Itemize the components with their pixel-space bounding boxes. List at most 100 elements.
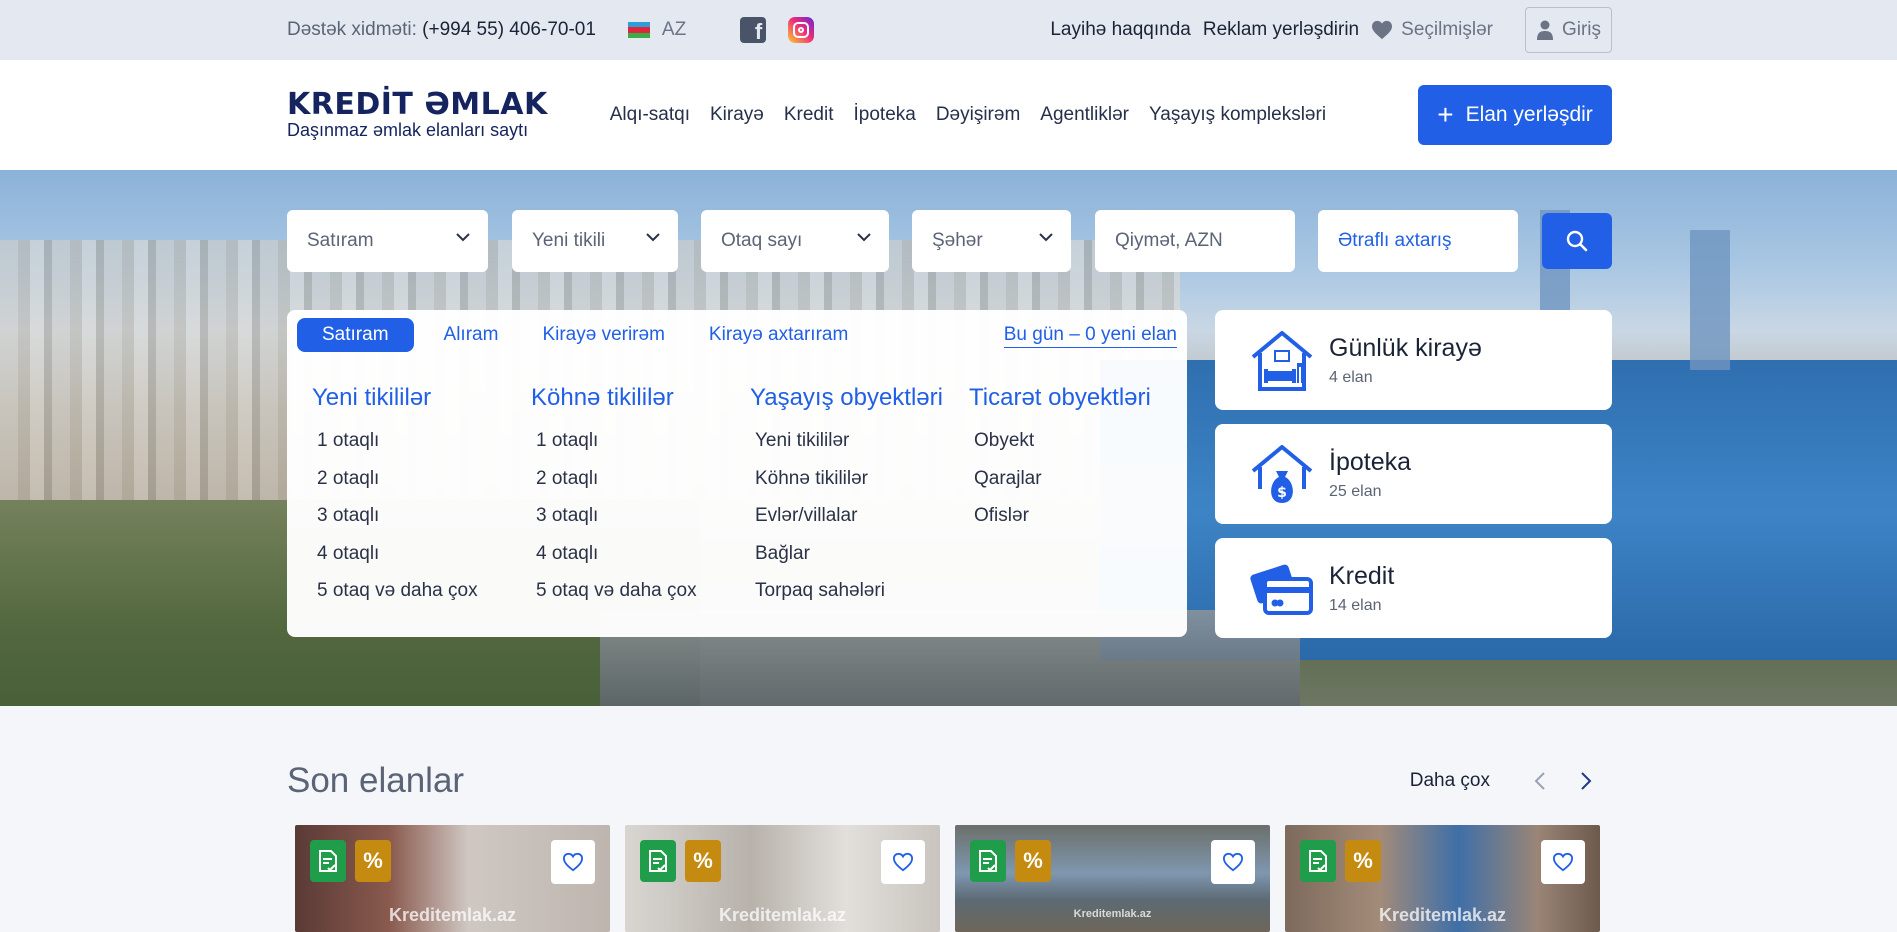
category-title[interactable]: Yeni tikililər — [312, 384, 478, 412]
favorites-link[interactable]: Seçilmişlər — [1371, 19, 1493, 41]
instagram-icon[interactable] — [788, 17, 815, 43]
top-bar: Dəstək xidməti: (+994 55) 406-70-01 AZ f… — [0, 0, 1897, 60]
deal-type-select[interactable]: Satıram — [287, 210, 488, 272]
category-link[interactable]: Bağlar — [750, 535, 943, 573]
heart-outline-icon — [1222, 852, 1244, 872]
tab-renting-out[interactable]: Kirayə verirəm — [526, 318, 680, 352]
building-type-value: Yeni tikili — [532, 230, 606, 251]
site-logo[interactable]: KREDİT ƏMLAK Daşınmaz əmlak elanları say… — [287, 89, 548, 141]
nav-item-credit[interactable]: Kredit — [784, 104, 834, 126]
category-title[interactable]: Ticarət obyektləri — [969, 384, 1151, 412]
add-favorite-button[interactable] — [1541, 840, 1585, 884]
post-listing-button[interactable]: + Elan yerləşdir — [1418, 85, 1612, 145]
document-badge — [640, 840, 676, 882]
discount-badge: % — [685, 840, 721, 882]
login-button[interactable]: Giriş — [1525, 7, 1612, 53]
category-column-commercial: Ticarət obyektləri Obyekt Qarajlar Ofisl… — [969, 384, 1151, 535]
mortgage-count: 25 elan — [1329, 482, 1382, 500]
nav-item-agencies[interactable]: Agentliklər — [1040, 104, 1129, 126]
tab-selling[interactable]: Satıram — [297, 318, 414, 352]
discount-badge: % — [1345, 840, 1381, 882]
chevron-down-icon — [1039, 233, 1053, 242]
listing-card[interactable]: Kreditemlak.az % — [955, 825, 1270, 932]
category-link[interactable]: 3 otaqlı — [312, 497, 478, 535]
svg-text:$: $ — [1277, 485, 1287, 501]
nav-item-rent[interactable]: Kirayə — [710, 104, 764, 126]
heart-icon — [1372, 20, 1393, 40]
category-link[interactable]: 1 otaqlı — [312, 422, 478, 460]
category-link[interactable]: Torpaq sahələri — [750, 572, 943, 610]
main-nav: Alqı-satqı Kirayə Kredit İpoteka Dəyişir… — [610, 104, 1326, 126]
user-icon — [1536, 20, 1553, 40]
plus-icon: + — [1437, 99, 1454, 130]
price-input[interactable]: Qiymət, AZN — [1095, 210, 1295, 272]
daily-rent-card[interactable]: Günlük kirayə 4 elan — [1215, 310, 1612, 410]
building-type-select[interactable]: Yeni tikili — [512, 210, 678, 272]
category-link[interactable]: 4 otaqlı — [312, 535, 478, 573]
house-moneybag-icon: $ — [1251, 445, 1313, 503]
category-link[interactable]: Qarajlar — [969, 460, 1151, 498]
house-sofa-icon — [1251, 331, 1313, 391]
credit-title: Kredit — [1329, 561, 1395, 590]
mortgage-card[interactable]: $ İpoteka 25 elan — [1215, 424, 1612, 524]
category-link[interactable]: 2 otaqlı — [531, 460, 697, 498]
category-link[interactable]: 3 otaqlı — [531, 497, 697, 535]
advanced-search-link[interactable]: Ətraflı axtarış — [1318, 210, 1518, 272]
nav-item-exchange[interactable]: Dəyişirəm — [936, 104, 1020, 126]
nav-item-complexes[interactable]: Yaşayış kompleksləri — [1149, 104, 1326, 126]
chevron-left-icon[interactable] — [1534, 771, 1546, 791]
daily-rent-count: 4 elan — [1329, 368, 1373, 386]
category-link[interactable]: 2 otaqlı — [312, 460, 478, 498]
category-link[interactable]: 1 otaqlı — [531, 422, 697, 460]
rooms-select[interactable]: Otaq sayı — [701, 210, 889, 272]
category-link[interactable]: Yeni tikililər — [750, 422, 943, 460]
listing-card[interactable]: Kreditemlak.az % — [295, 825, 610, 932]
azerbaijan-flag-icon — [627, 22, 650, 38]
category-link[interactable]: Ofislər — [969, 497, 1151, 535]
credit-card[interactable]: Kredit 14 elan — [1215, 538, 1612, 638]
document-icon — [979, 850, 997, 872]
document-badge — [970, 840, 1006, 882]
today-new-listings-link[interactable]: Bu gün – 0 yeni elan — [1003, 324, 1177, 348]
support-phone[interactable]: (+994 55) 406-70-01 — [422, 19, 596, 40]
language-switcher[interactable]: AZ — [627, 19, 686, 41]
tab-buying[interactable]: Alıram — [428, 318, 515, 352]
advanced-search-label: Ətraflı axtarış — [1338, 230, 1452, 251]
city-select[interactable]: Şəhər — [912, 210, 1071, 272]
favorites-label: Seçilmişlər — [1401, 19, 1493, 40]
listing-card[interactable]: Kreditemlak.az % — [1285, 825, 1600, 932]
nav-item-mortgage[interactable]: İpoteka — [854, 104, 916, 126]
add-favorite-button[interactable] — [551, 840, 595, 884]
listing-watermark: Kreditemlak.az — [388, 905, 517, 925]
chevron-right-icon[interactable] — [1580, 771, 1592, 791]
more-link[interactable]: Daha çox — [1410, 770, 1490, 792]
city-value: Şəhər — [932, 230, 983, 251]
category-link[interactable]: 5 otaq və daha çox — [312, 572, 478, 610]
chevron-down-icon — [646, 233, 660, 242]
facebook-icon[interactable]: f — [740, 17, 767, 43]
listing-card[interactable]: Kreditemlak.az % — [625, 825, 940, 932]
category-link[interactable]: Köhnə tikililər — [750, 460, 943, 498]
discount-badge: % — [1015, 840, 1051, 882]
advertise-link[interactable]: Reklam yerləşdirin — [1203, 19, 1359, 41]
about-project-link[interactable]: Layihə haqqında — [1050, 19, 1191, 41]
category-link[interactable]: Obyekt — [969, 422, 1151, 460]
search-button[interactable] — [1542, 213, 1612, 269]
search-bar: Satıram Yeni tikili Otaq sayı Şəhər Qiym… — [0, 210, 1897, 272]
category-title[interactable]: Yaşayış obyektləri — [750, 384, 943, 412]
mortgage-title: İpoteka — [1329, 447, 1412, 476]
post-listing-label: Elan yerləşdir — [1465, 103, 1593, 126]
category-link[interactable]: 5 otaq və daha çox — [531, 572, 697, 610]
hero-section: Satıram Yeni tikili Otaq sayı Şəhər Qiym… — [0, 170, 1897, 706]
category-link[interactable]: 4 otaqlı — [531, 535, 697, 573]
add-favorite-button[interactable] — [881, 840, 925, 884]
tab-looking-for-rent[interactable]: Kirayə axtarıram — [693, 318, 864, 352]
category-title[interactable]: Köhnə tikililər — [531, 384, 697, 412]
category-link[interactable]: Evlər/villalar — [750, 497, 943, 535]
nav-item-buy-sell[interactable]: Alqı-satqı — [610, 104, 690, 126]
listing-watermark: Kreditemlak.az — [1378, 905, 1507, 925]
percent-icon: % — [363, 848, 383, 873]
add-favorite-button[interactable] — [1211, 840, 1255, 884]
discount-badge: % — [355, 840, 391, 882]
main-header: KREDİT ƏMLAK Daşınmaz əmlak elanları say… — [0, 60, 1897, 170]
